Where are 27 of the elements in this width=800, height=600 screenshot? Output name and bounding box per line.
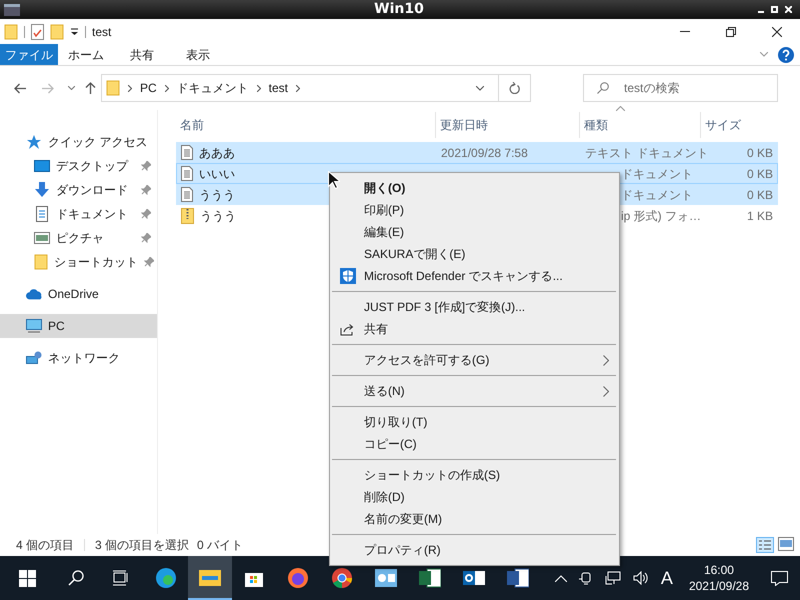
nav-label: ネットワーク — [48, 350, 120, 367]
file-type: ドキュメント — [621, 166, 693, 180]
nav-label: PC — [48, 318, 65, 335]
folder-title: test — [92, 24, 112, 40]
file-size: 0 KB — [746, 188, 773, 202]
file-size: 0 KB — [746, 166, 773, 180]
nav-label: クイック アクセス — [48, 134, 148, 151]
nav-label: ショートカット — [54, 254, 138, 271]
nav-label: OneDrive — [48, 286, 99, 303]
selection-count: 3 個の項目を選択 — [95, 537, 190, 554]
window-title: Win10 — [374, 0, 424, 19]
file-size: 0 KB — [746, 146, 773, 160]
file-name: ううう — [200, 208, 236, 224]
nav-label: デスクトップ — [56, 158, 128, 175]
file-type: テキスト ドキュメント — [585, 146, 708, 160]
nav-label: ダウンロード — [56, 182, 128, 199]
file-type: ドキュメント — [621, 188, 693, 202]
item-count: 4 個の項目 — [16, 537, 74, 554]
nav-label: ピクチャ — [56, 230, 104, 247]
file-name: あああ — [199, 144, 235, 162]
selection-size: 0 バイト — [197, 537, 244, 554]
file-type: ip 形式) フォ… — [621, 208, 702, 222]
nav-label: ドキュメント — [56, 206, 128, 223]
file-size: 1 KB — [746, 208, 773, 222]
file-name: ううう — [199, 186, 235, 204]
file-name: いいい — [199, 166, 235, 182]
modified-date: 2021/09/28 7:58 — [441, 146, 528, 160]
